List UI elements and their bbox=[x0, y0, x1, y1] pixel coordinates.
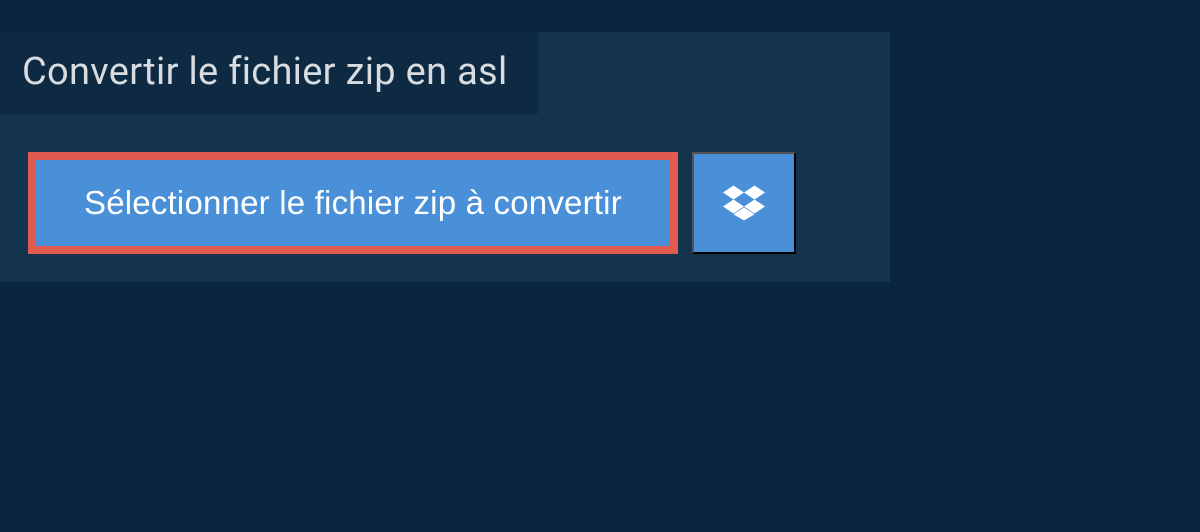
page-title: Convertir le fichier zip en asl bbox=[22, 50, 508, 94]
dropbox-button[interactable] bbox=[692, 152, 796, 254]
select-file-button[interactable]: Sélectionner le fichier zip à convertir bbox=[28, 152, 678, 254]
heading-container: Convertir le fichier zip en asl bbox=[0, 32, 538, 114]
button-row: Sélectionner le fichier zip à convertir bbox=[28, 152, 890, 254]
converter-panel: Convertir le fichier zip en asl Sélectio… bbox=[0, 32, 890, 282]
dropbox-icon bbox=[723, 182, 765, 224]
